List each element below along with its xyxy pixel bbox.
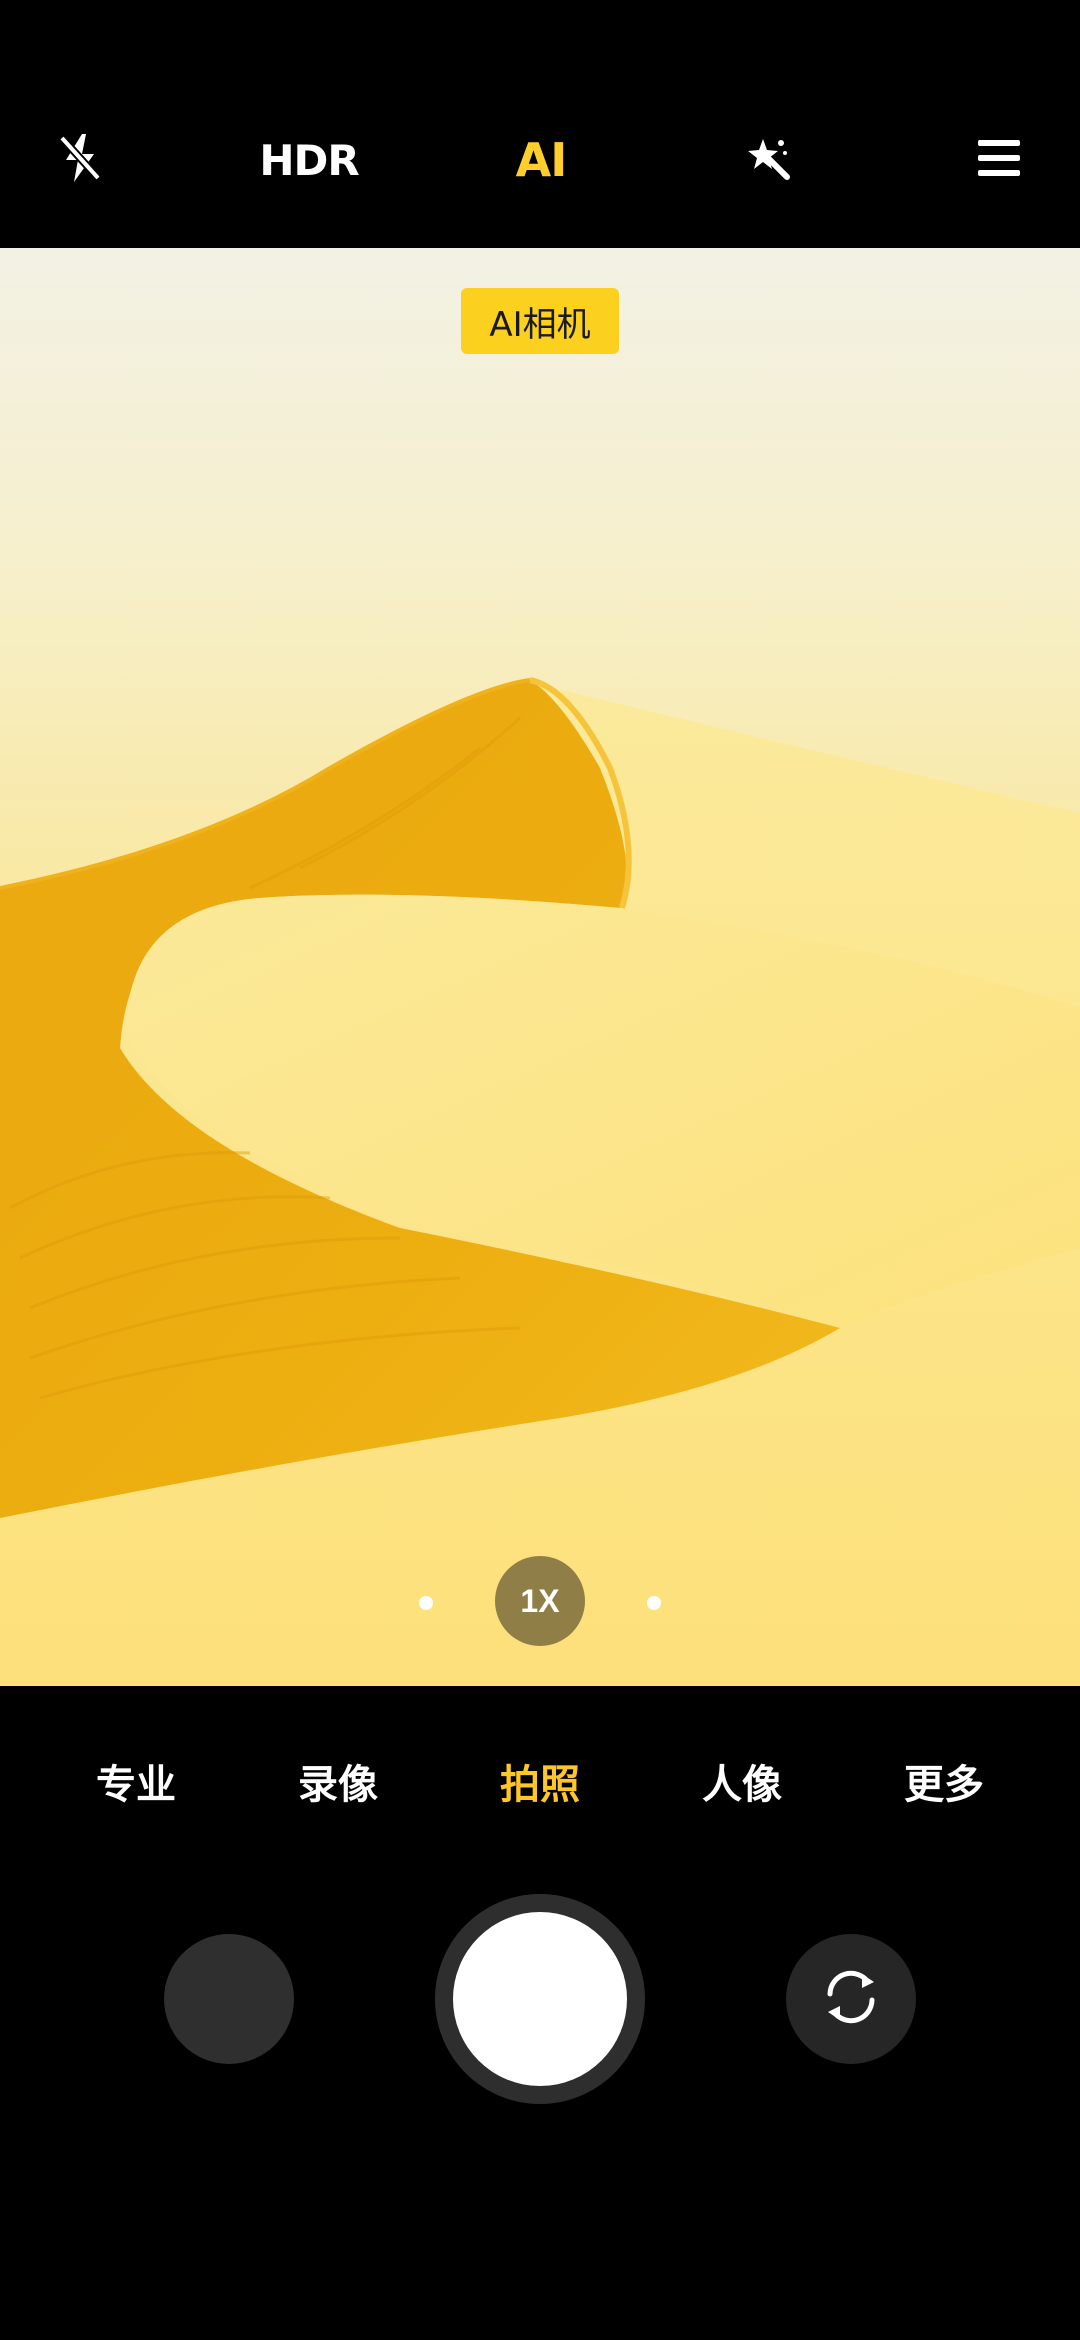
top-toolbar: HDR AI xyxy=(0,0,1080,248)
zoom-selector: 1X xyxy=(0,1556,1080,1650)
camera-viewfinder[interactable]: AI相机 1X xyxy=(0,248,1080,1686)
mode-more[interactable]: 更多 xyxy=(904,1746,984,1816)
mode-pro[interactable]: 专业 xyxy=(96,1746,176,1816)
mode-photo[interactable]: 拍照 xyxy=(500,1746,580,1816)
mode-portrait[interactable]: 人像 xyxy=(702,1746,782,1816)
hdr-toggle-button[interactable]: HDR xyxy=(249,130,369,190)
ai-toggle-button[interactable]: AI xyxy=(501,130,581,190)
shutter-button[interactable] xyxy=(435,1894,645,2104)
shutter-inner xyxy=(453,1912,627,2086)
zoom-option-tele[interactable] xyxy=(647,1596,661,1610)
zoom-1x-button[interactable]: 1X xyxy=(495,1556,585,1646)
zoom-option-wide[interactable] xyxy=(419,1596,433,1610)
gallery-thumbnail-button[interactable] xyxy=(164,1934,294,2064)
ai-camera-badge: AI相机 xyxy=(461,288,619,354)
preview-image xyxy=(0,677,1080,1686)
flash-toggle-button[interactable] xyxy=(50,130,110,190)
flash-off-icon xyxy=(58,132,102,188)
switch-camera-icon xyxy=(818,1964,884,2034)
menu-icon xyxy=(978,140,1020,180)
bottom-controls: 专业 录像 拍照 人像 更多 xyxy=(0,1686,1080,2340)
switch-camera-button[interactable] xyxy=(786,1934,916,2064)
filter-button[interactable] xyxy=(738,130,798,190)
menu-button[interactable] xyxy=(969,130,1029,190)
mode-video[interactable]: 录像 xyxy=(298,1746,378,1816)
ai-label: AI xyxy=(515,133,568,187)
hdr-label: HDR xyxy=(259,135,359,185)
filter-icon xyxy=(745,135,791,185)
mode-selector: 专业 录像 拍照 人像 更多 xyxy=(0,1746,1080,1816)
